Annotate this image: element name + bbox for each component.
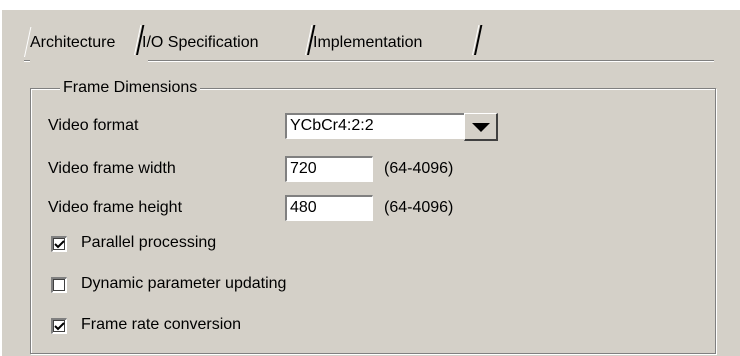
tab-architecture-label: Architecture xyxy=(30,34,116,51)
checkmark-icon xyxy=(54,240,65,249)
window-top-edge xyxy=(0,0,740,10)
frame-rate-conversion-checkbox[interactable] xyxy=(51,318,67,334)
video-format-dropdown-button[interactable] xyxy=(464,113,498,141)
tab-io-specification-label: I/O Specification xyxy=(142,34,259,51)
frame-dimensions-title: Frame Dimensions xyxy=(60,78,201,98)
parallel-processing-label[interactable]: Parallel processing xyxy=(81,234,216,252)
frame-height-label: Video frame height xyxy=(48,199,183,216)
checkmark-icon xyxy=(54,322,65,331)
frame-width-range: (64-4096) xyxy=(384,160,454,177)
dropdown-arrow-icon xyxy=(472,123,490,132)
frame-rate-conversion-label[interactable]: Frame rate conversion xyxy=(81,316,241,334)
frame-width-label: Video frame width xyxy=(48,160,176,177)
frame-width-input[interactable]: 720 xyxy=(285,156,373,182)
frame-height-range: (64-4096) xyxy=(384,199,454,216)
frame-height-input[interactable]: 480 xyxy=(285,195,373,221)
dynamic-parameter-updating-checkbox[interactable] xyxy=(51,277,67,293)
tab-implementation-label: Implementation xyxy=(313,34,423,51)
video-format-select[interactable]: YCbCr4:2:2 xyxy=(285,113,467,139)
video-format-label: Video format xyxy=(48,117,139,134)
active-tab-gap xyxy=(30,60,148,62)
dynamic-parameter-updating-label[interactable]: Dynamic parameter updating xyxy=(81,275,286,293)
parallel-processing-checkbox[interactable] xyxy=(51,236,67,252)
